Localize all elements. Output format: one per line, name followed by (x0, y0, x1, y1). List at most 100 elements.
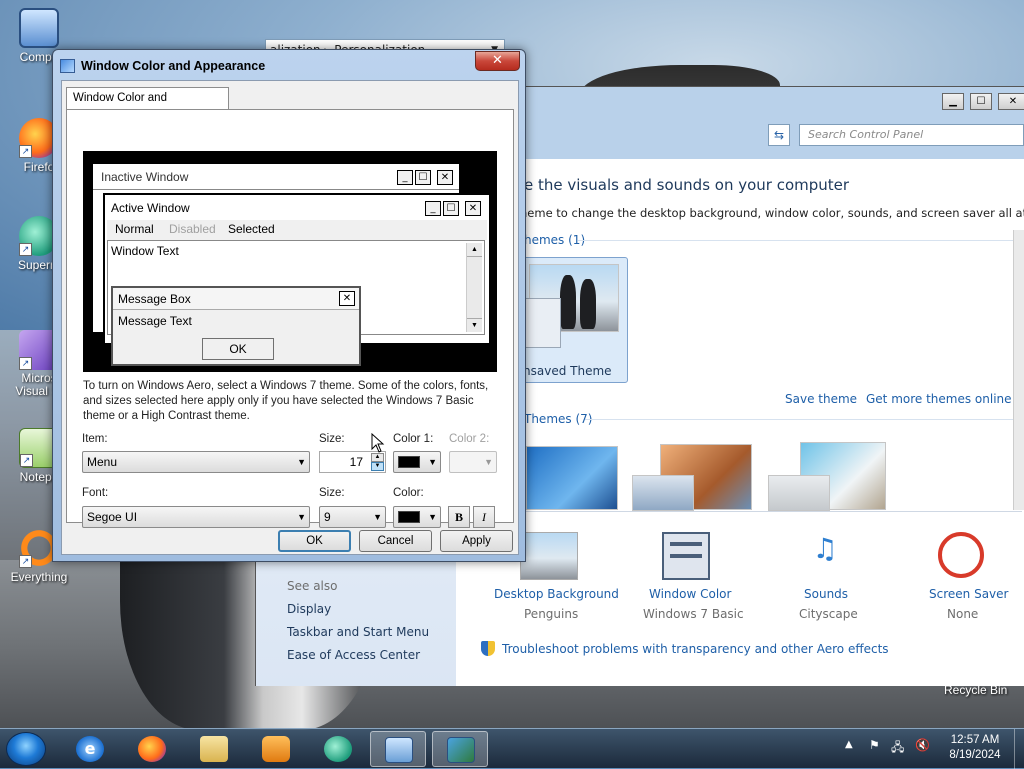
font-size-select[interactable]: 9 ▼ (319, 506, 386, 528)
tab-window-color[interactable]: Window Color and Appearance (66, 87, 229, 124)
window-color-icon[interactable] (662, 532, 710, 580)
page-heading: e the visuals and sounds on your compute… (524, 176, 850, 194)
color1-label: Color 1: (393, 433, 434, 445)
appearance-preview[interactable]: Inactive Window _ ☐ ✕ Active Window _ ☐ … (83, 151, 497, 372)
chevron-down-icon: ▼ (428, 512, 437, 522)
item-size-spinner[interactable]: 17 ▲ ▼ (319, 451, 386, 473)
shortcut-arrow-icon: ↗ (19, 243, 32, 256)
desktop-background-icon[interactable] (520, 532, 578, 580)
font-size-label: Size: (319, 487, 345, 499)
font-select-value: Segoe UI (87, 510, 138, 524)
font-color-picker[interactable]: ▼ (393, 506, 441, 528)
taskbar-media-player[interactable] (248, 731, 304, 767)
show-desktop-button[interactable] (1014, 729, 1024, 769)
italic-button[interactable]: I (473, 506, 495, 528)
desktop-background-link[interactable]: Desktop Background (494, 587, 619, 601)
save-theme-link[interactable]: Save theme (785, 392, 857, 406)
windows7-theme-thumbnail[interactable] (526, 446, 618, 510)
my-themes-header: hemes (1) (524, 233, 586, 247)
preview-message-box[interactable]: Message Box ✕ Message Text OK (111, 286, 361, 366)
section-divider (585, 419, 1013, 420)
characters-theme-thumbnail[interactable] (632, 475, 694, 511)
shortcut-arrow-icon: ↗ (20, 454, 33, 467)
nature-theme-thumbnail[interactable] (768, 475, 830, 511)
taskbar-personalization[interactable] (432, 731, 488, 767)
firefox-icon (138, 736, 166, 762)
spin-down-button[interactable]: ▼ (371, 462, 384, 471)
preview-menu-bar[interactable]: Normal Disabled Selected (107, 220, 487, 240)
ok-button[interactable]: OK (278, 530, 351, 552)
preview-message-text: Message Text (118, 314, 192, 328)
font-select[interactable]: Segoe UI ▼ (82, 506, 310, 528)
dialog-title: Window Color and Appearance (81, 59, 266, 73)
close-button[interactable]: ✕ (998, 93, 1024, 110)
preview-minimize-icon: _ (425, 201, 441, 216)
shield-icon (481, 641, 495, 656)
taskbar-start-menu-link[interactable]: Taskbar and Start Menu (287, 625, 429, 639)
shortcut-arrow-icon: ↗ (19, 357, 32, 370)
color1-picker[interactable]: ▼ (393, 451, 441, 473)
spin-up-button[interactable]: ▲ (371, 453, 384, 462)
volume-muted-icon[interactable]: 🔇 (915, 738, 930, 752)
search-input[interactable]: Search Control Panel (799, 124, 1024, 146)
show-hidden-icons-icon[interactable]: ▲ (845, 739, 853, 750)
get-more-themes-link[interactable]: Get more themes online (866, 392, 1012, 406)
preview-ok-button[interactable]: OK (202, 338, 274, 360)
taskbar-control-panel[interactable] (370, 731, 426, 767)
preview-scrollbar[interactable]: ▲ ▼ (466, 243, 482, 332)
bold-button[interactable]: B (448, 506, 470, 528)
preview-menu-selected[interactable]: Selected (228, 222, 275, 236)
scroll-up-icon: ▲ (467, 243, 482, 257)
supermium-icon (324, 736, 352, 762)
unsaved-theme-tile[interactable]: nsaved Theme (518, 257, 628, 383)
apply-button[interactable]: Apply (440, 530, 513, 552)
system-clock[interactable]: 12:57 AM 8/19/2024 (940, 733, 1010, 763)
page-subheading: heme to change the desktop background, w… (520, 206, 1024, 220)
system-tray: ▲ ⚑ 🖧 🔇 (845, 738, 935, 759)
ease-of-access-link[interactable]: Ease of Access Center (287, 648, 420, 662)
chevron-down-icon: ▼ (484, 457, 493, 467)
dialog-app-icon (60, 59, 75, 73)
preview-maximize-icon: ☐ (443, 201, 459, 216)
cancel-button[interactable]: Cancel (359, 530, 432, 552)
screen-saver-icon[interactable] (938, 532, 984, 578)
folder-icon (200, 736, 228, 762)
penguins-image (580, 279, 596, 329)
item-select[interactable]: Menu ▼ (82, 451, 310, 473)
minimize-button[interactable]: ▁ (942, 93, 964, 110)
color2-picker[interactable]: ▼ (449, 451, 497, 473)
maximize-button[interactable]: ☐ (970, 93, 992, 110)
taskbar-internet-explorer[interactable]: e (62, 731, 118, 767)
start-button[interactable] (6, 732, 46, 766)
taskbar-explorer[interactable] (186, 731, 242, 767)
section-divider (578, 240, 1013, 241)
window-color-dialog[interactable]: Window Color and Appearance ✕ Window Col… (52, 49, 526, 562)
refresh-button[interactable]: ⇆ (768, 124, 790, 146)
window-color-value: Windows 7 Basic (643, 607, 744, 621)
media-player-icon (262, 736, 290, 762)
mouse-cursor-icon (371, 433, 385, 453)
taskbar-firefox[interactable] (124, 731, 180, 767)
dialog-close-button[interactable]: ✕ (475, 51, 520, 71)
aero-themes-header: Themes (7) (524, 412, 593, 426)
spin-buttons: ▲ ▼ (371, 453, 384, 471)
sounds-link[interactable]: Sounds (804, 587, 848, 601)
desktop-icon-label: Everything (10, 570, 68, 584)
item-size-value: 17 (349, 455, 363, 469)
item-size-label: Size: (319, 433, 345, 445)
clock-time: 12:57 AM (950, 734, 1000, 746)
display-link[interactable]: Display (287, 602, 331, 616)
vertical-scrollbar[interactable] (1013, 230, 1024, 510)
dialog-body: Window Color and Appearance Inactive Win… (61, 80, 519, 555)
window-color-link[interactable]: Window Color (649, 587, 731, 601)
action-center-flag-icon[interactable]: ⚑ (869, 738, 880, 752)
control-panel-icon (385, 737, 413, 763)
screen-saver-link[interactable]: Screen Saver (929, 587, 1008, 601)
taskbar-supermium[interactable] (310, 731, 366, 767)
sounds-icon[interactable]: ♫ (800, 532, 850, 580)
network-icon[interactable]: 🖧 (891, 738, 904, 759)
internet-explorer-icon: e (76, 736, 104, 762)
preview-menu-normal[interactable]: Normal (115, 222, 154, 236)
preview-menu-disabled[interactable]: Disabled (169, 222, 216, 236)
troubleshoot-link[interactable]: Troubleshoot problems with transparency … (502, 642, 889, 656)
